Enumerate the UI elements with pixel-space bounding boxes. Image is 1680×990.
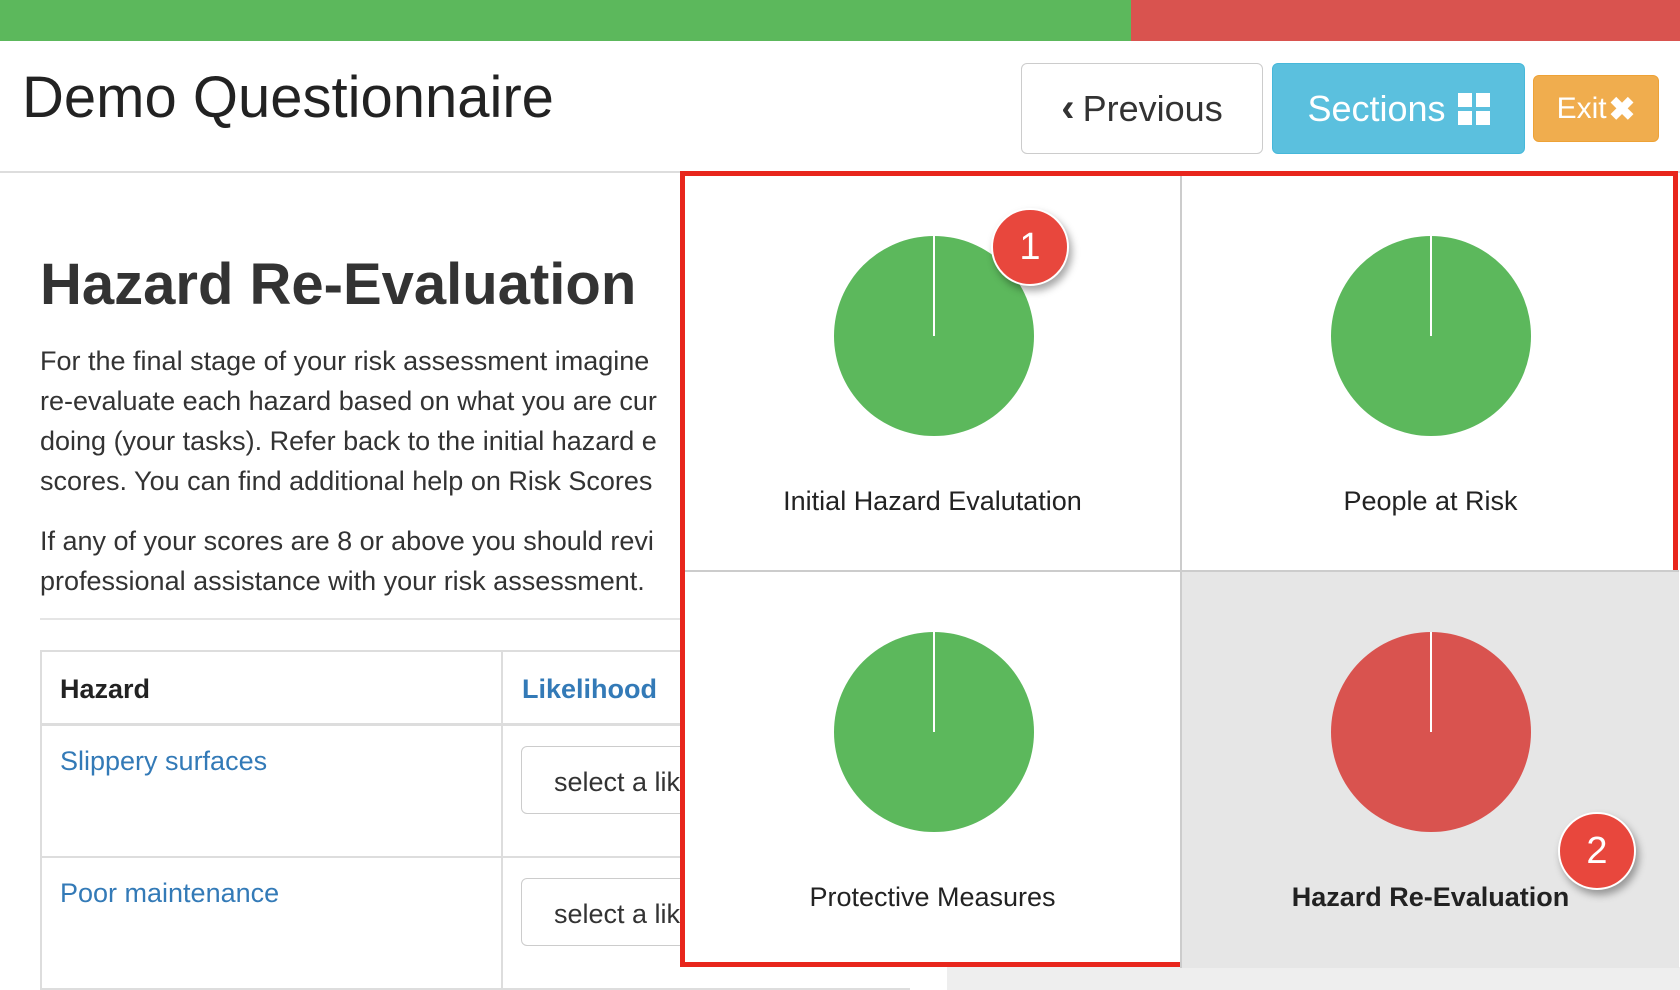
header: Demo Questionnaire ‹ Previous Sections E… bbox=[0, 41, 1680, 173]
intro-line: scores. You can find additional help on … bbox=[40, 466, 653, 496]
previous-label: Previous bbox=[1082, 87, 1223, 129]
hazard-column-header: Hazard bbox=[60, 674, 151, 704]
section-tile-hazard-re-evaluation[interactable]: Hazard Re-Evaluation bbox=[1182, 572, 1679, 968]
section-tile-initial-hazard[interactable]: Initial Hazard Evalutation bbox=[685, 176, 1182, 572]
warning-line: professional assistance with your risk a… bbox=[40, 566, 645, 596]
background-panel bbox=[947, 967, 1680, 990]
intro-line: For the final stage of your risk assessm… bbox=[40, 346, 650, 376]
chevron-left-icon: ‹ bbox=[1061, 86, 1075, 130]
complete-pie-icon bbox=[834, 632, 1034, 832]
progress-bar bbox=[0, 0, 1680, 41]
intro-line: re-evaluate each hazard based on what yo… bbox=[40, 386, 657, 416]
progress-remaining-segment bbox=[1130, 0, 1680, 41]
close-icon: ✖ bbox=[1608, 90, 1636, 127]
sections-button[interactable]: Sections bbox=[1272, 63, 1525, 154]
app-title: Demo Questionnaire bbox=[22, 65, 554, 130]
exit-label: Exit bbox=[1556, 91, 1607, 125]
section-tile-label: Initial Hazard Evalutation bbox=[783, 486, 1082, 516]
callout-badge: 1 bbox=[991, 208, 1069, 286]
warning-paragraph: If any of your scores are 8 or above you… bbox=[40, 521, 680, 601]
warning-line: If any of your scores are 8 or above you… bbox=[40, 526, 654, 556]
hazard-link[interactable]: Poor maintenance bbox=[60, 878, 279, 909]
section-tile-label: People at Risk bbox=[1343, 486, 1518, 516]
previous-button[interactable]: ‹ Previous bbox=[1021, 63, 1263, 154]
callout-badge: 2 bbox=[1558, 812, 1636, 890]
progress-complete-segment bbox=[0, 0, 1131, 41]
section-tile-people-at-risk[interactable]: People at Risk bbox=[1182, 176, 1679, 572]
incomplete-pie-icon bbox=[1331, 632, 1531, 832]
sections-label: Sections bbox=[1307, 87, 1446, 129]
grid-icon bbox=[1457, 92, 1490, 125]
intro-line: doing (your tasks). Refer back to the in… bbox=[40, 426, 657, 456]
sections-popover: Initial Hazard Evalutation People at Ris… bbox=[680, 171, 1679, 968]
exit-button[interactable]: Exit ✖ bbox=[1533, 75, 1659, 142]
section-tile-label: Protective Measures bbox=[809, 882, 1056, 912]
complete-pie-icon bbox=[1331, 236, 1531, 436]
divider bbox=[40, 618, 680, 620]
hazard-link[interactable]: Slippery surfaces bbox=[60, 746, 267, 777]
section-title: Hazard Re-Evaluation bbox=[40, 252, 637, 317]
section-tile-protective-measures[interactable]: Protective Measures bbox=[685, 572, 1182, 968]
likelihood-column-header[interactable]: Likelihood bbox=[522, 674, 657, 705]
intro-paragraph: For the final stage of your risk assessm… bbox=[40, 341, 680, 501]
